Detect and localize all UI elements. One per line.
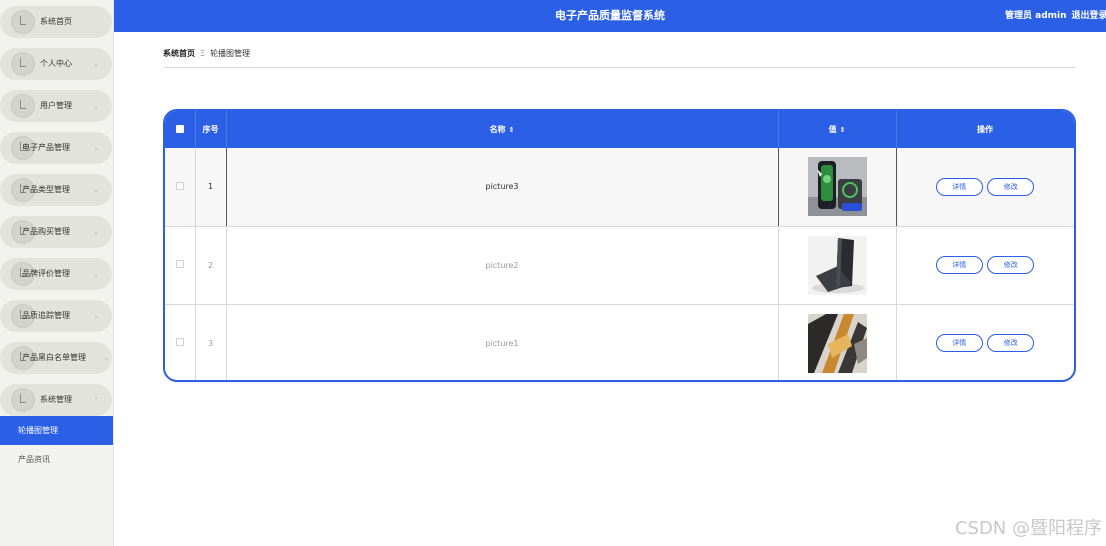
menu-icon bbox=[11, 10, 35, 34]
sidebar-item-label: 产品类型管理 bbox=[22, 185, 70, 194]
sidebar-item-label: 系统首页 bbox=[40, 17, 72, 26]
sidebar-subitem-carousel[interactable]: 轮播图管理 bbox=[0, 416, 113, 445]
detail-button[interactable]: 详情 bbox=[935, 256, 983, 274]
row-select-cell bbox=[165, 226, 196, 305]
chevron-down-icon: ⌄ bbox=[93, 144, 99, 152]
row-index: 3 bbox=[195, 304, 227, 380]
sidebar-item-label: 产品黑白名单管理 bbox=[22, 353, 86, 362]
sidebar-item-label: 电子产品管理 bbox=[22, 143, 70, 152]
sidebar-item-label: 系统管理 bbox=[40, 395, 72, 404]
watermark: CSDN @暨阳程序 bbox=[954, 518, 1102, 539]
row-checkbox[interactable] bbox=[175, 338, 184, 346]
sort-icon: ⇕ bbox=[508, 126, 515, 134]
sidebar-subitem-product-news[interactable]: 产品资讯 bbox=[0, 445, 113, 474]
sidebar-item-users[interactable]: 用户管理 ⌄ bbox=[0, 90, 112, 122]
actions-header: 操作 bbox=[896, 111, 1074, 148]
row-actions: 详情 修改 bbox=[896, 226, 1074, 305]
row-image-cell bbox=[778, 148, 897, 227]
edit-button[interactable]: 修改 bbox=[987, 334, 1035, 352]
sidebar-item-quality-tracking[interactable]: 品质追踪管理 ⌄ bbox=[0, 300, 112, 332]
gadget-closeup-image[interactable] bbox=[807, 313, 867, 373]
breadcrumb: 系统首页 Ξ 轮播图管理 bbox=[163, 48, 250, 59]
index-header: 序号 bbox=[195, 111, 227, 148]
table-row: 1 picture3 详情 修改 bbox=[165, 148, 1074, 227]
detail-button[interactable]: 详情 bbox=[935, 334, 983, 352]
chevron-down-icon: ⌄ bbox=[103, 354, 109, 362]
sidebar-item-product-purchases[interactable]: 产品购买管理 ⌄ bbox=[0, 216, 112, 248]
detail-button[interactable]: 详情 bbox=[935, 177, 983, 196]
row-image-cell bbox=[778, 226, 897, 305]
row-actions: 详情 修改 bbox=[896, 148, 1074, 227]
row-name: picture3 bbox=[226, 148, 779, 227]
row-index: 1 bbox=[195, 148, 227, 227]
row-index: 2 bbox=[195, 226, 227, 305]
breadcrumb-current: 轮播图管理 bbox=[210, 49, 251, 58]
chevron-down-icon: ⌄ bbox=[93, 186, 99, 194]
sidebar-item-label: 产品购买管理 bbox=[22, 227, 70, 236]
admin-label: 管理员 admin bbox=[1005, 11, 1067, 21]
chevron-down-icon: ⌄ bbox=[93, 270, 99, 278]
table-header-row: 序号 名称 ⇕ 值 ⇕ 操作 bbox=[165, 111, 1074, 148]
app-title: 电子产品质量监督系统 bbox=[555, 9, 665, 22]
sidebar-item-label: 用户管理 bbox=[40, 101, 72, 110]
sidebar-item-label: 个人中心 bbox=[40, 59, 72, 68]
menu-icon bbox=[11, 388, 35, 412]
row-name: picture1 bbox=[226, 304, 779, 380]
chevron-up-icon: ⌃ bbox=[93, 396, 99, 404]
chevron-down-icon: ⌄ bbox=[93, 228, 99, 236]
sidebar-item-electronic-products[interactable]: 电子产品管理 ⌄ bbox=[0, 132, 112, 164]
sidebar-item-blacklist[interactable]: 产品黑白名单管理 ⌄ bbox=[0, 342, 112, 374]
select-all-checkbox[interactable] bbox=[175, 124, 184, 133]
name-header[interactable]: 名称 ⇕ bbox=[226, 111, 779, 148]
sidebar-item-home[interactable]: 系统首页 bbox=[0, 6, 112, 38]
edit-button[interactable]: 修改 bbox=[987, 256, 1035, 274]
sidebar-item-product-types[interactable]: 产品类型管理 ⌄ bbox=[0, 174, 112, 206]
breadcrumb-separator-icon: Ξ bbox=[200, 49, 206, 58]
sidebar-item-personal-center[interactable]: 个人中心 ⌄ bbox=[0, 48, 112, 80]
phone-stand-image[interactable] bbox=[807, 235, 867, 295]
table-row: 2 picture2 详情 修改 bbox=[165, 226, 1074, 305]
wireless-charger-image[interactable] bbox=[807, 157, 867, 217]
top-header: 电子产品质量监督系统 管理员 admin 退出登录 bbox=[114, 0, 1106, 32]
sidebar-item-system[interactable]: 系统管理 ⌃ bbox=[0, 384, 112, 416]
row-image-cell bbox=[778, 304, 897, 380]
sort-icon: ⇕ bbox=[839, 126, 846, 134]
chevron-down-icon: ⌄ bbox=[93, 312, 99, 320]
row-name: picture2 bbox=[226, 226, 779, 305]
row-select-cell bbox=[165, 304, 196, 380]
chevron-down-icon: ⌄ bbox=[93, 102, 99, 110]
breadcrumb-home[interactable]: 系统首页 bbox=[163, 49, 195, 58]
row-checkbox[interactable] bbox=[175, 260, 184, 268]
carousel-table: 序号 名称 ⇕ 值 ⇕ 操作 1 picture3 详情 修改 2 pictur… bbox=[163, 109, 1076, 382]
menu-icon bbox=[11, 52, 35, 76]
sidebar-item-label: 品质追踪管理 bbox=[22, 311, 70, 320]
sidebar-item-brand-reviews[interactable]: 品牌评价管理 ⌄ bbox=[0, 258, 112, 290]
select-all-header bbox=[165, 111, 196, 148]
header-user-area: 管理员 admin 退出登录 bbox=[1005, 0, 1106, 32]
row-checkbox[interactable] bbox=[175, 181, 184, 190]
menu-icon bbox=[11, 94, 35, 118]
row-actions: 详情 修改 bbox=[896, 304, 1074, 380]
row-select-cell bbox=[165, 148, 196, 227]
edit-button[interactable]: 修改 bbox=[987, 177, 1035, 196]
logout-link[interactable]: 退出登录 bbox=[1072, 11, 1106, 21]
table-row: 3 picture1 详情 修改 bbox=[165, 304, 1074, 380]
value-header[interactable]: 值 ⇕ bbox=[778, 111, 897, 148]
sidebar-item-label: 品牌评价管理 bbox=[22, 269, 70, 278]
sidebar: 系统首页 个人中心 ⌄ 用户管理 ⌄ 电子产品管理 ⌄ 产品类型管理 ⌄ 产品购… bbox=[0, 0, 114, 546]
chevron-down-icon: ⌄ bbox=[93, 60, 99, 68]
value-header-label: 值 bbox=[828, 125, 837, 134]
breadcrumb-divider bbox=[163, 67, 1075, 68]
name-header-label: 名称 bbox=[489, 125, 506, 134]
